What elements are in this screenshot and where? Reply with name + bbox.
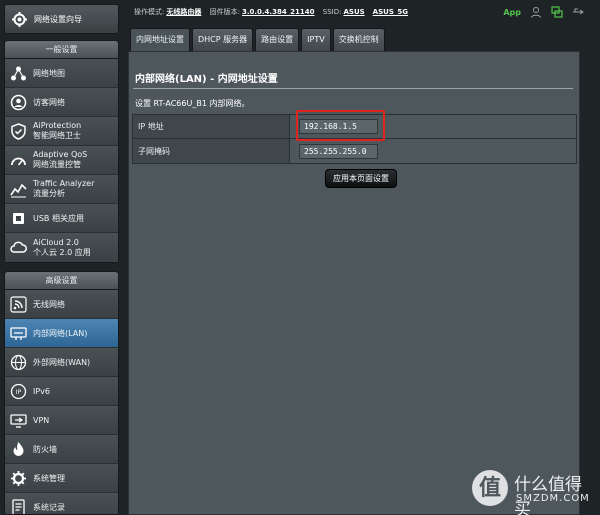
shield-icon [11, 122, 26, 140]
sidebar-item-label: USB 相关应用 [33, 213, 84, 223]
log-icon [12, 498, 25, 514]
tab-dhcp-server[interactable]: DHCP 服务器 [192, 28, 254, 51]
general-settings-panel: 一般设置 网络地图 访客网络 AiProtection 智能网络卫士 Adapt… [4, 40, 119, 263]
sidebar: 网络设置向导 一般设置 网络地图 访客网络 AiProtection 智能网络卫… [0, 0, 122, 515]
firmware-label: 固件版本: [209, 8, 240, 16]
sidebar-item-administration[interactable]: 系统管理 [5, 464, 118, 493]
watermark-url: SMZDM.COM [516, 493, 590, 504]
sidebar-item-traffic-analyzer[interactable]: Traffic Analyzer 流量分析 [5, 175, 118, 204]
sidebar-item-aiprotection[interactable]: AiProtection 智能网络卫士 [5, 117, 118, 146]
qis-wizard-button[interactable]: 网络设置向导 [4, 4, 119, 34]
sidebar-item-label: IPv6 [33, 386, 51, 396]
sidebar-item-label: 内部网络(LAN) [33, 328, 88, 338]
tab-iptv[interactable]: IPTV [301, 28, 331, 51]
status-line: 操作模式: 无线路由器 固件版本: 3.0.0.4.384_21140 SSID: A… [128, 7, 414, 17]
sidebar-item-vpn[interactable]: VPN [5, 406, 118, 435]
sidebar-item-lan[interactable]: 内部网络(LAN) [5, 319, 118, 348]
ipv6-icon: IP [10, 383, 27, 399]
sidebar-item-label: 系统记录 [33, 502, 65, 512]
wifi-icon [10, 295, 27, 313]
sidebar-item-usb-apps[interactable]: USB 相关应用 [5, 204, 118, 233]
page-title: 内部网络(LAN) - 内网地址设置 [135, 74, 278, 85]
sidebar-item-adaptive-qos[interactable]: Adaptive QoS 网络流量控管 [5, 146, 118, 175]
firewall-icon [13, 441, 24, 456]
tab-route[interactable]: 路由设置 [255, 28, 300, 51]
sidebar-item-guest-network[interactable]: 访客网络 [5, 88, 118, 117]
sidebar-item-label: Traffic Analyzer [33, 179, 95, 188]
sidebar-item-label: 网络地图 [33, 68, 65, 78]
sidebar-item-wan[interactable]: 外部网络(WAN) [5, 348, 118, 377]
advanced-settings-header: 高级设置 [5, 272, 118, 290]
subnet-mask-input[interactable]: 255.255.255.0 [299, 143, 378, 159]
firmware-version-link[interactable]: 3.0.0.4.384_21140 [242, 8, 315, 16]
svg-text:IP: IP [16, 389, 22, 396]
sidebar-item-sublabel: 智能网络卫士 [33, 131, 81, 140]
ssid-5g-link[interactable]: ASUS_5G [373, 8, 408, 16]
ssid-label: SSID: [322, 8, 342, 16]
sidebar-item-label: VPN [33, 415, 50, 425]
sidebar-item-sublabel: 个人云 2.0 应用 [33, 247, 91, 257]
subnet-mask-cell: 255.255.255.0 [290, 139, 576, 163]
settings-icon [11, 470, 26, 486]
page-description: 设置 RT-AC66U_B1 内部网络。 [135, 99, 250, 108]
operation-mode-link[interactable]: 无线路由器 [166, 8, 201, 16]
sidebar-item-label: 访客网络 [33, 97, 65, 107]
sidebar-item-label: 系统管理 [33, 473, 65, 483]
sidebar-item-firewall[interactable]: 防火墙 [5, 435, 118, 464]
cloud-icon [10, 241, 27, 253]
subnet-mask-row: 子网掩码 255.255.255.0 [133, 139, 576, 163]
gauge-icon [11, 157, 26, 165]
sidebar-item-ipv6[interactable]: IP IPv6 [5, 377, 118, 406]
operation-mode-label: 操作模式: [134, 8, 165, 16]
title-divider [133, 88, 573, 89]
top-status-bar: 操作模式: 无线路由器 固件版本: 3.0.0.4.384_21140 SSID: A… [128, 0, 600, 24]
subnet-mask-label: 子网掩码 [133, 139, 290, 163]
sidebar-item-label: 外部网络(WAN) [33, 357, 91, 367]
general-settings-header: 一般设置 [5, 41, 118, 59]
sidebar-item-label: AiProtection [33, 121, 82, 130]
client-user-icon[interactable] [530, 6, 542, 18]
annotation-highlight-box [296, 110, 385, 141]
sidebar-item-wireless[interactable]: 无线网络 [5, 290, 118, 319]
tab-lan-ip[interactable]: 内网地址设置 [130, 28, 190, 51]
sidebar-item-network-map[interactable]: 网络地图 [5, 59, 118, 88]
sidebar-item-system-log[interactable]: 系统记录 [5, 493, 118, 514]
sidebar-item-aicloud[interactable]: AiCloud 2.0 个人云 2.0 应用 [5, 233, 118, 262]
usb-status-icon[interactable] [572, 6, 584, 18]
smzdm-watermark: 值 什么值得买 SMZDM.COM [472, 466, 598, 515]
vpn-icon [10, 413, 27, 428]
globe-icon [10, 354, 27, 370]
sidebar-item-sublabel: 网络流量控管 [33, 160, 81, 169]
sidebar-item-label: Adaptive QoS [33, 150, 88, 159]
sidebar-item-label: AiCloud 2.0 [33, 237, 79, 247]
network-map-icon [11, 66, 26, 80]
lan-icon [10, 326, 27, 340]
sidebar-item-label: 无线网络 [33, 299, 65, 309]
sidebar-item-label: 防火墙 [33, 444, 57, 454]
traffic-chart-icon [10, 183, 27, 197]
qis-label: 网络设置向导 [34, 14, 82, 24]
tab-switch-control[interactable]: 交换机控制 [332, 28, 385, 51]
ip-address-label: IP 地址 [133, 115, 290, 138]
ssid-2g-link[interactable]: ASUS [343, 8, 364, 16]
main-content: 内部网络(LAN) - 内网地址设置 设置 RT-AC66U_B1 内部网络。 … [128, 51, 580, 515]
watermark-logo: 值 [472, 470, 508, 506]
settings-tabs: 内网地址设置 DHCP 服务器 路由设置 IPTV 交换机控制 [130, 28, 385, 51]
app-link[interactable]: App [503, 8, 521, 17]
top-icons: App [503, 6, 600, 18]
wizard-gear-icon [12, 11, 27, 27]
internet-status-icon[interactable] [551, 6, 563, 18]
advanced-settings-panel: 高级设置 无线网络 内部网络(LAN) 外部网络(WAN) IP IPv6 VP… [4, 271, 119, 515]
usb-puzzle-icon [13, 212, 24, 224]
guest-network-icon [10, 94, 27, 110]
apply-button[interactable]: 应用本页面设置 [325, 169, 397, 188]
sidebar-item-sublabel: 流量分析 [33, 189, 65, 198]
